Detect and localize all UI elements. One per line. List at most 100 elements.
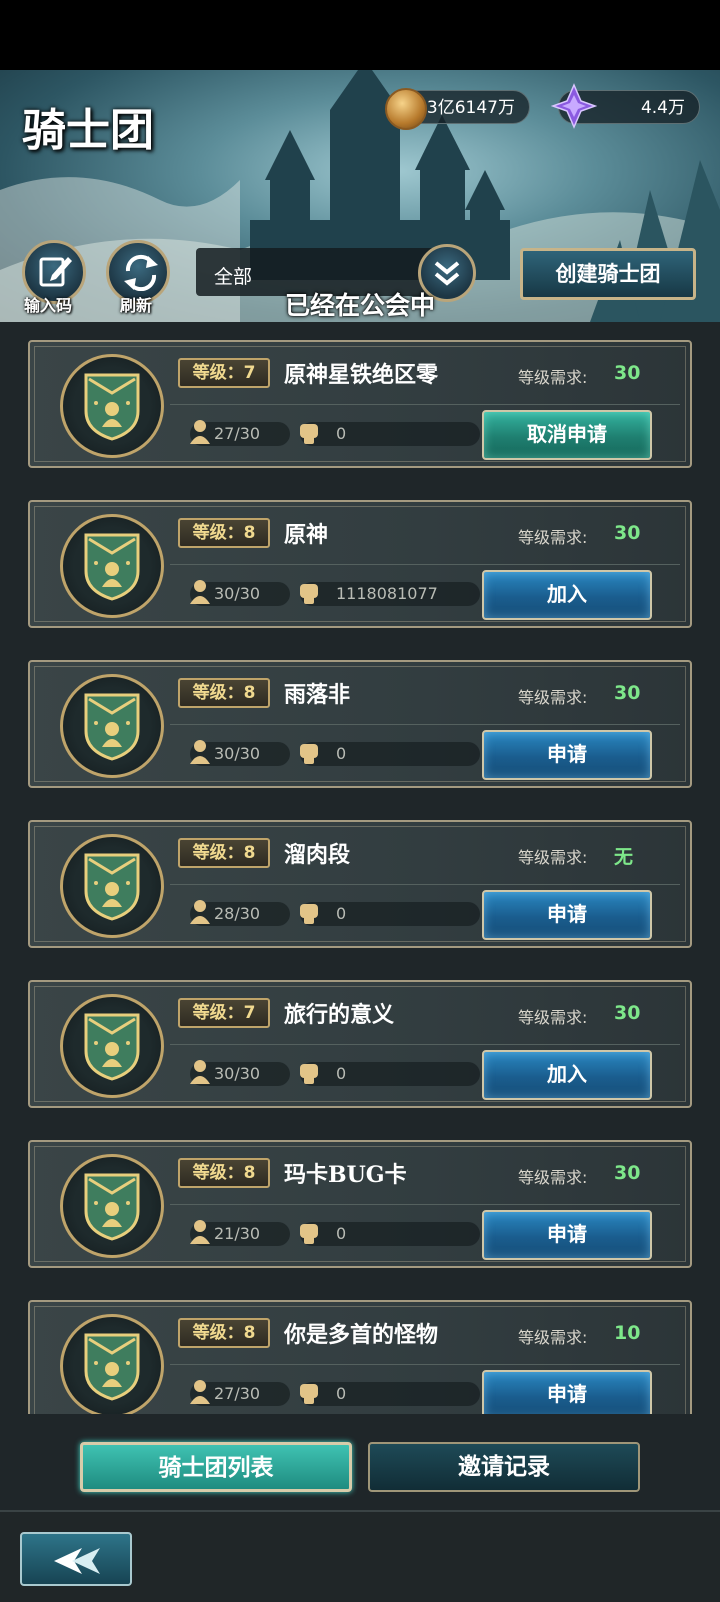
members-icon [190,1220,210,1244]
power-bar [300,742,480,766]
shield-emblem-icon [84,693,140,761]
tab-invite-records[interactable]: 邀请记录 [368,1442,640,1492]
join-button[interactable]: 加入 [482,570,652,620]
guild-name: 雨落非 [284,682,351,708]
guild-name: 旅行的意义 [284,1002,395,1028]
level-requirement-value: 30 [614,682,641,704]
shield-emblem-icon [84,373,140,441]
bottom-tabs: 骑士团列表 邀请记录 [0,1430,720,1510]
guild-emblem [60,1314,164,1414]
fist-icon [300,1064,318,1084]
page-title: 骑士团 [22,105,154,156]
level-requirement-value: 30 [614,1002,641,1024]
guild-level: 等级：8 [178,518,270,548]
guild-level: 等级：7 [178,358,270,388]
double-chevron-down-icon [434,261,460,286]
coin-icon [385,88,427,130]
level-requirement-label: 等级需求: [518,688,588,707]
guild-card[interactable]: 等级：8 溜肉段 等级需求: 无 28/30 0 申请 [28,820,692,948]
level-requirement-label: 等级需求: [518,528,588,547]
guild-level: 等级：8 [178,1318,270,1348]
members-icon [190,900,210,924]
join-button[interactable]: 加入 [482,1050,652,1100]
crystal-icon [551,83,597,129]
fist-icon [300,424,318,444]
coin-counter: 3亿6147万 [385,88,530,130]
shield-emblem-icon [84,853,140,921]
cancel-application-button[interactable]: 取消申请 [482,410,652,460]
guild-power: 0 [336,424,347,443]
members-icon [190,1060,210,1084]
level-requirement-value: 10 [614,1322,641,1344]
toast-message: 已经在公会中 [284,291,435,320]
guild-emblem [60,674,164,778]
members-icon [190,420,210,444]
power-bar [300,422,480,446]
apply-button[interactable]: 申请 [482,730,652,780]
shield-emblem-icon [84,533,140,601]
card-divider [170,1044,680,1045]
guild-level: 等级：8 [178,838,270,868]
guild-name: 溜肉段 [284,842,351,868]
power-bar [300,902,480,926]
guild-card[interactable]: 等级：8 你是多首的怪物 等级需求: 10 27/30 0 申请 [28,1300,692,1414]
guild-card[interactable]: 等级：8 雨落非 等级需求: 30 30/30 0 申请 [28,660,692,788]
card-divider [170,564,680,565]
gem-counter: 4.4万 [551,83,700,129]
shield-emblem-icon [84,1173,140,1241]
guild-list[interactable]: 等级：7 原神星铁绝区零 等级需求: 30 27/30 0 取消申请 等级：8 … [0,322,720,1414]
tab-guild-list[interactable]: 骑士团列表 [80,1442,352,1492]
member-count: 30/30 [214,1064,261,1083]
shield-emblem-icon [84,1013,140,1081]
guild-name: 你是多首的怪物 [284,1322,439,1348]
guild-level: 等级：8 [178,1158,270,1188]
fist-icon [300,904,318,924]
fist-icon [300,584,318,604]
coin-amount: 3亿6147万 [426,98,515,118]
level-requirement-label: 等级需求: [518,848,588,867]
card-divider [170,1364,680,1365]
back-button[interactable] [20,1532,132,1586]
fist-icon [300,1384,318,1404]
level-requirement-label: 等级需求: [518,1008,588,1027]
card-divider [170,884,680,885]
guild-name: 原神 [284,522,329,548]
apply-button[interactable]: 申请 [482,1210,652,1260]
power-bar [300,1222,480,1246]
member-count: 28/30 [214,904,261,923]
fist-icon [300,1224,318,1244]
guild-emblem [60,834,164,938]
members-icon [190,580,210,604]
members-icon [190,740,210,764]
members-icon [190,1380,210,1404]
card-divider [170,404,680,405]
guild-emblem [60,514,164,618]
guild-card[interactable]: 等级：8 原神 等级需求: 30 30/30 1118081077 加入 [28,500,692,628]
apply-button[interactable]: 申请 [482,890,652,940]
card-divider [170,1204,680,1205]
level-requirement-value: 30 [614,362,641,384]
guild-emblem [60,1154,164,1258]
guild-power: 1118081077 [336,584,438,603]
member-count: 30/30 [214,744,261,763]
guild-card[interactable]: 等级：7 旅行的意义 等级需求: 30 30/30 0 加入 [28,980,692,1108]
level-requirement-value: 30 [614,1162,641,1184]
guild-power: 0 [336,744,347,763]
back-arrow-icon [54,1548,100,1574]
guild-power: 0 [336,1384,347,1403]
guild-emblem [60,354,164,458]
level-requirement-value: 无 [614,846,634,868]
gem-amount: 4.4万 [640,98,685,118]
guild-power: 0 [336,904,347,923]
apply-button[interactable]: 申请 [482,1370,652,1414]
shield-emblem-icon [84,1333,140,1401]
guild-card[interactable]: 等级：8 玛卡BUG卡 等级需求: 30 21/30 0 申请 [28,1140,692,1268]
level-requirement-value: 30 [614,522,641,544]
level-requirement-label: 等级需求: [518,1328,588,1347]
level-requirement-label: 等级需求: [518,368,588,387]
guild-card[interactable]: 等级：7 原神星铁绝区零 等级需求: 30 27/30 0 取消申请 [28,340,692,468]
member-count: 30/30 [214,584,261,603]
guild-name: 玛卡BUG卡 [284,1162,407,1188]
header-banner: 骑士团 3亿6147万 4.4万 输入码 刷新 全部 创建骑士团 已经在公会中 [0,70,720,322]
guild-power: 0 [336,1064,347,1083]
